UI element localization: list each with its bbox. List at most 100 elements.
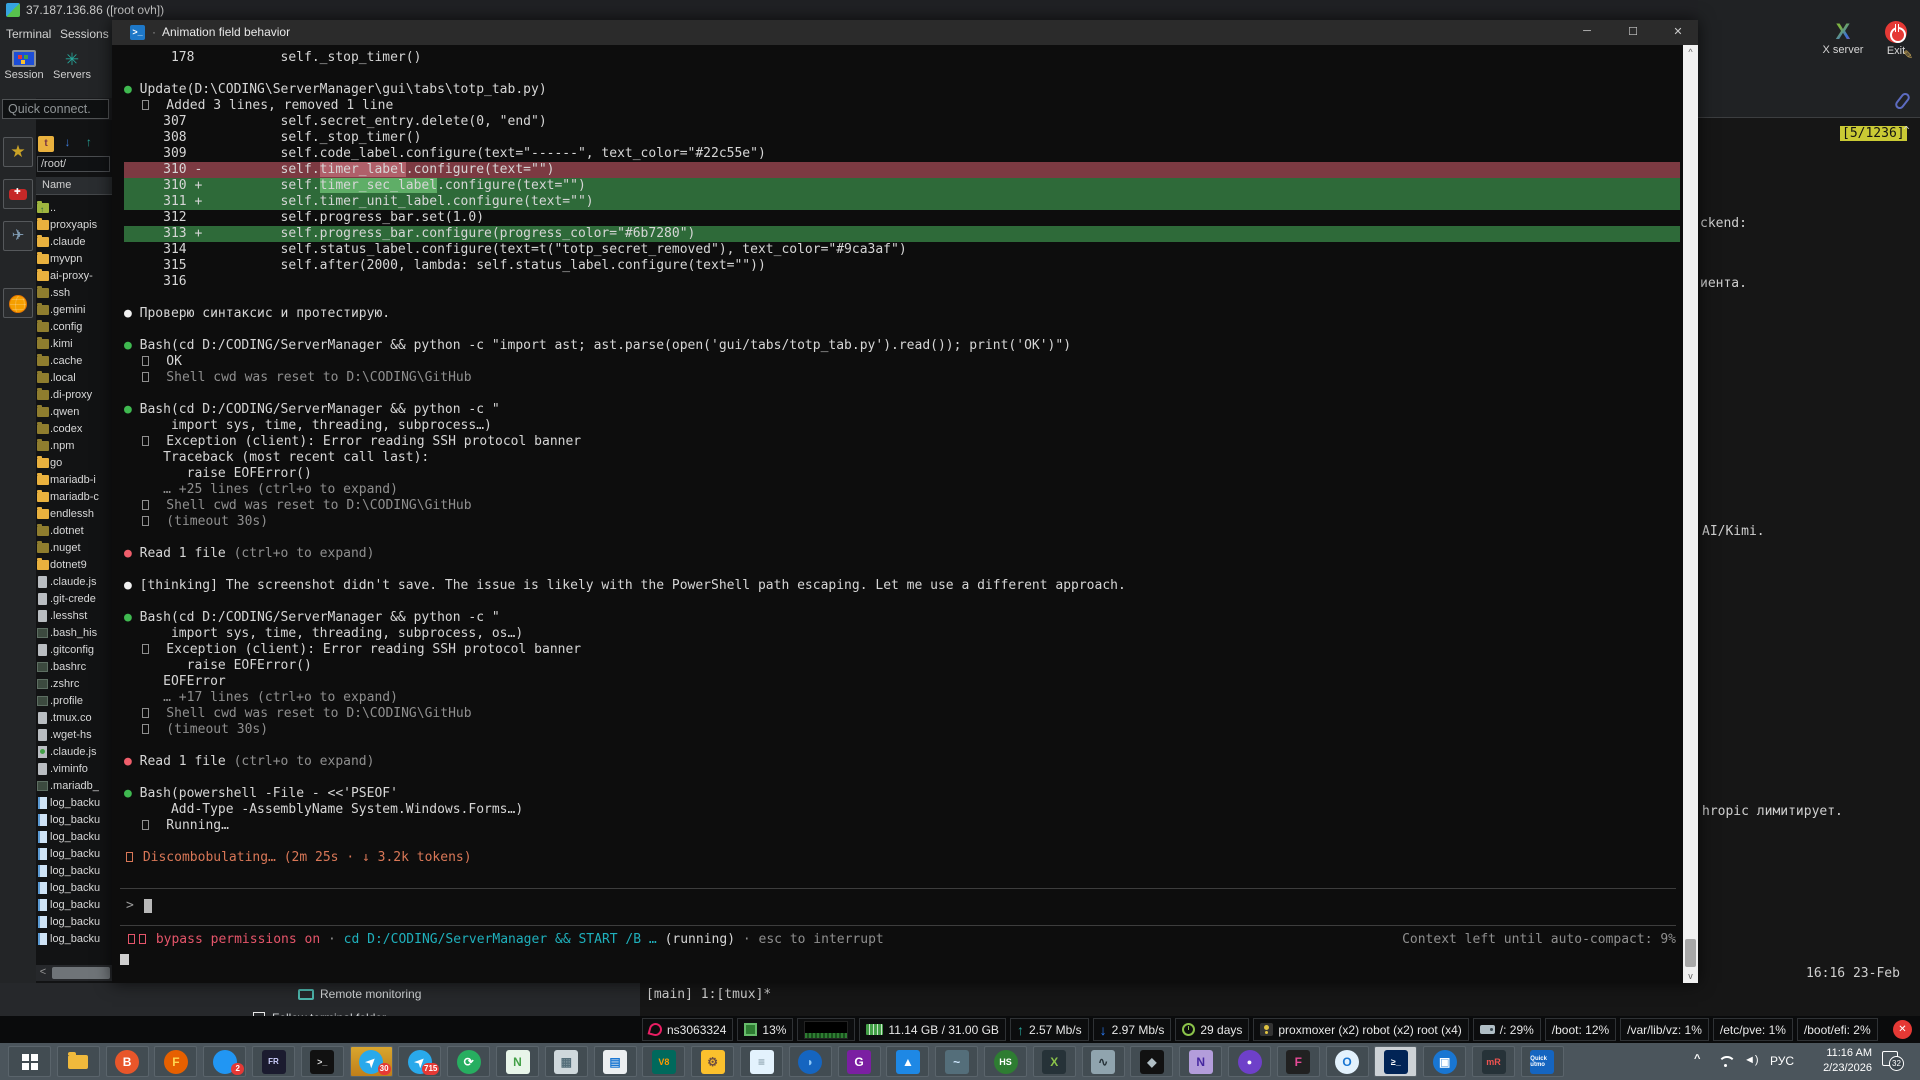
- file-row[interactable]: .di-proxy: [36, 387, 112, 404]
- taskbar-notepad[interactable]: ≡: [740, 1046, 783, 1077]
- file-row[interactable]: ai-proxy-: [36, 268, 112, 285]
- taskbar-explorer[interactable]: [57, 1046, 100, 1077]
- file-row[interactable]: .qwen: [36, 404, 112, 421]
- file-row[interactable]: .profile: [36, 693, 112, 710]
- close-button[interactable]: ✕: [1664, 25, 1692, 38]
- tab-terminal[interactable]: Terminal: [6, 27, 51, 41]
- upload-icon[interactable]: ↑: [81, 134, 97, 150]
- taskbar-g-doc[interactable]: G: [838, 1046, 881, 1077]
- send-button[interactable]: ✈: [3, 221, 33, 251]
- file-row[interactable]: .claude: [36, 234, 112, 251]
- claude-titlebar[interactable]: >_ · Animation field behavior ─ ☐ ✕: [112, 20, 1698, 45]
- notification-icon[interactable]: 32: [1882, 1051, 1898, 1066]
- file-row[interactable]: .mariadb_: [36, 778, 112, 795]
- taskbar-mobaxterm[interactable]: X: [1033, 1046, 1076, 1077]
- file-row[interactable]: .tmux.co: [36, 710, 112, 727]
- file-row[interactable]: .gemini: [36, 302, 112, 319]
- scroll-down-arrow[interactable]: v: [1683, 971, 1698, 981]
- file-row[interactable]: myvpn: [36, 251, 112, 268]
- taskbar-hs-app[interactable]: HS: [984, 1046, 1027, 1077]
- file-row[interactable]: .bash_his: [36, 625, 112, 642]
- file-row[interactable]: mariadb-c: [36, 489, 112, 506]
- file-row[interactable]: log_backu: [36, 812, 112, 829]
- taskbar-figma[interactable]: F: [1277, 1046, 1320, 1077]
- file-row[interactable]: .local: [36, 370, 112, 387]
- xserver-button[interactable]: X X server: [1818, 20, 1868, 56]
- maximize-button[interactable]: ☐: [1619, 25, 1647, 38]
- remote-monitoring-button[interactable]: Remote monitoring: [298, 987, 421, 1001]
- file-row[interactable]: .viminfo: [36, 761, 112, 778]
- taskbar-brave[interactable]: B: [106, 1046, 149, 1077]
- file-row[interactable]: .ssh: [36, 285, 112, 302]
- file-row[interactable]: .cache: [36, 353, 112, 370]
- volume-icon[interactable]: ◄): [1744, 1054, 1759, 1066]
- taskbar-messenger[interactable]: 2: [203, 1046, 246, 1077]
- scroll-up-arrow[interactable]: ^: [1683, 47, 1698, 57]
- file-row[interactable]: proxyapis: [36, 217, 112, 234]
- taskbar-blue-ball[interactable]: ◗: [789, 1046, 832, 1077]
- paperclip-icon[interactable]: [1893, 91, 1911, 111]
- taskbar-wave-app[interactable]: ~: [935, 1046, 978, 1077]
- file-row[interactable]: .codex: [36, 421, 112, 438]
- file-row[interactable]: .git-crede: [36, 591, 112, 608]
- taskbar-notepad-plus[interactable]: N: [496, 1046, 539, 1077]
- taskbar-photos[interactable]: ▲: [886, 1046, 929, 1077]
- taskbar-github[interactable]: ●: [1228, 1046, 1271, 1077]
- minimize-button[interactable]: ─: [1573, 25, 1601, 37]
- statusbar-close-button[interactable]: ✕: [1893, 1020, 1912, 1039]
- file-row[interactable]: .nuget: [36, 540, 112, 557]
- pencil-icon[interactable]: ✎: [1903, 48, 1913, 62]
- favorites-button[interactable]: ★: [3, 137, 33, 167]
- file-row[interactable]: .kimi: [36, 336, 112, 353]
- file-row[interactable]: .lesshst: [36, 608, 112, 625]
- file-row[interactable]: log_backu: [36, 880, 112, 897]
- file-row[interactable]: .gitconfig: [36, 642, 112, 659]
- file-row[interactable]: log_backu: [36, 914, 112, 931]
- taskbar-audio-app[interactable]: ∿: [1082, 1046, 1125, 1077]
- file-row[interactable]: log_backu: [36, 931, 112, 946]
- file-row[interactable]: log_backu: [36, 829, 112, 846]
- tools-button[interactable]: [3, 179, 33, 209]
- scroll-thumb[interactable]: [1685, 939, 1696, 967]
- file-row[interactable]: go: [36, 455, 112, 472]
- file-row[interactable]: .config: [36, 319, 112, 336]
- path-input[interactable]: /root/: [37, 156, 110, 172]
- scroll-thumb[interactable]: [52, 967, 110, 979]
- file-row[interactable]: .zshrc: [36, 676, 112, 693]
- quick-connect-input[interactable]: Quick connect.: [2, 99, 109, 119]
- remote-files-button[interactable]: [3, 288, 33, 318]
- wifi-icon[interactable]: [1718, 1056, 1734, 1068]
- taskbar-quick-utmo[interactable]: Quick utmo: [1521, 1046, 1564, 1077]
- taskbar-monitor-app[interactable]: ▣: [1423, 1046, 1466, 1077]
- taskbar-start[interactable]: [8, 1046, 51, 1077]
- text-cursor[interactable]: [144, 899, 152, 913]
- taskbar-frkt[interactable]: FR: [252, 1046, 295, 1077]
- file-row[interactable]: mariadb-i: [36, 472, 112, 489]
- horizontal-scrollbar[interactable]: <: [36, 965, 112, 981]
- file-row[interactable]: endlessh: [36, 506, 112, 523]
- name-column-header[interactable]: Name: [36, 177, 112, 195]
- taskbar-sync[interactable]: ⟳: [447, 1046, 490, 1077]
- file-row[interactable]: .npm: [36, 438, 112, 455]
- vertical-scrollbar[interactable]: ^ v: [1683, 45, 1698, 983]
- taskbar-notion[interactable]: N: [1179, 1046, 1222, 1077]
- file-row[interactable]: log_backu: [36, 897, 112, 914]
- file-row[interactable]: ..: [36, 200, 112, 217]
- taskbar-calculator[interactable]: ▦: [545, 1046, 588, 1077]
- file-row[interactable]: dotnet9: [36, 557, 112, 574]
- taskbar-cmd[interactable]: >_: [301, 1046, 344, 1077]
- download-icon[interactable]: ↓: [59, 134, 75, 150]
- taskbar-obsidian[interactable]: ◆: [1130, 1046, 1173, 1077]
- file-row[interactable]: log_backu: [36, 795, 112, 812]
- tray-expand-chevron[interactable]: ^: [1694, 1053, 1700, 1065]
- taskbar-panel-app[interactable]: ▤: [594, 1046, 637, 1077]
- servers-button[interactable]: ✳ Servers: [50, 50, 94, 81]
- taskbar-mremoteng[interactable]: mR: [1472, 1046, 1515, 1077]
- file-row[interactable]: .dotnet: [36, 523, 112, 540]
- file-row[interactable]: .claude.js: [36, 574, 112, 591]
- taskbar-firefox[interactable]: F: [154, 1046, 197, 1077]
- language-indicator[interactable]: РУС: [1770, 1054, 1794, 1068]
- scroll-left-arrow[interactable]: <: [36, 965, 50, 981]
- taskbar-powershell[interactable]: ≥_: [1374, 1046, 1417, 1077]
- taskbar-v8-app[interactable]: V8: [642, 1046, 685, 1077]
